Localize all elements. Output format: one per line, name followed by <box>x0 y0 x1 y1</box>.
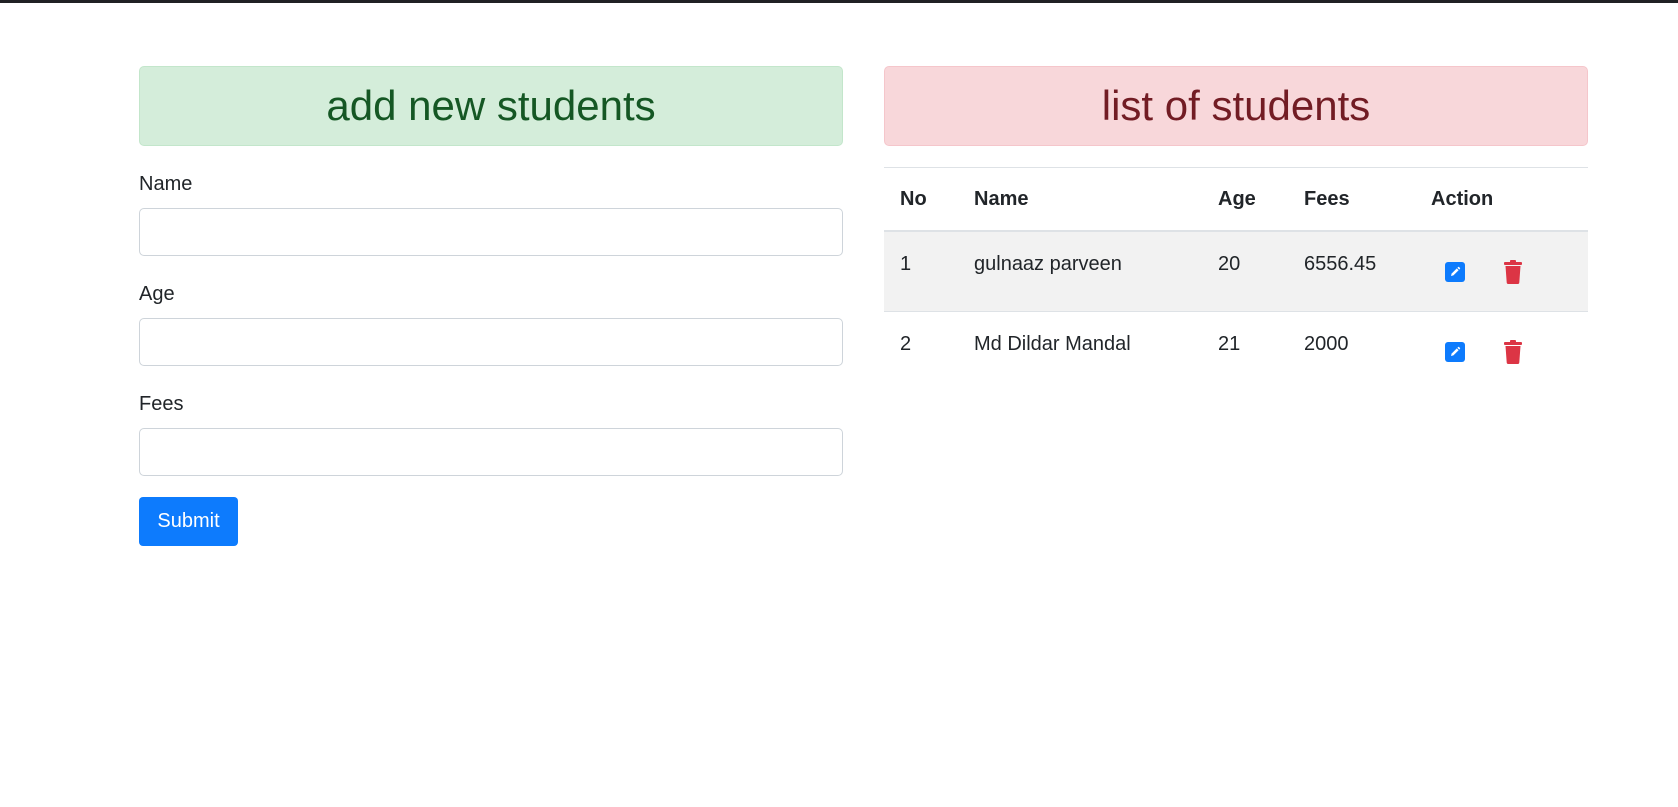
edit-icon[interactable] <box>1445 341 1465 362</box>
row-actions <box>1431 339 1588 364</box>
name-input[interactable] <box>139 208 843 256</box>
student-list-heading: list of students <box>884 66 1588 146</box>
cell-name: Md Dildar Mandal <box>974 332 1131 355</box>
cell-no: 1 <box>900 253 912 275</box>
trash-icon[interactable] <box>1503 339 1523 364</box>
cell-fees: 2000 <box>1304 332 1349 355</box>
edit-icon[interactable] <box>1445 262 1465 282</box>
table-row: 2 Md Dildar Mandal 21 2000 <box>884 311 1588 391</box>
cell-action <box>1415 231 1588 311</box>
students-table: No Name Age Fees Action 1 gulnaaz parvee… <box>884 167 1588 391</box>
cell-action <box>1415 311 1588 391</box>
column-header-action: Action <box>1415 167 1588 232</box>
cell-name: gulnaaz parveen <box>974 253 1122 275</box>
cell-fees: 6556.45 <box>1304 253 1377 275</box>
column-header-name: Name <box>958 167 1202 232</box>
fees-label: Fees <box>139 393 184 415</box>
add-student-form: Name Age Fees Submit <box>139 172 843 546</box>
table-row: 1 gulnaaz parveen 20 6556.45 <box>884 231 1588 311</box>
name-label: Name <box>139 173 193 195</box>
column-header-fees: Fees <box>1288 167 1415 232</box>
cell-no: 2 <box>900 332 912 355</box>
window-top-border <box>0 0 1678 3</box>
column-header-age: Age <box>1202 167 1288 232</box>
student-list-panel: list of students No Name Age Fees Action… <box>884 66 1588 546</box>
cell-age: 21 <box>1218 332 1241 355</box>
age-label: Age <box>139 283 175 305</box>
submit-button[interactable]: Submit <box>139 497 238 546</box>
table-header-row: No Name Age Fees Action <box>884 167 1588 232</box>
trash-icon[interactable] <box>1503 260 1523 284</box>
add-student-panel: add new students Name Age Fees Submit <box>139 66 843 546</box>
add-student-heading: add new students <box>139 66 843 146</box>
row-actions <box>1431 260 1588 284</box>
column-header-no: No <box>884 167 958 232</box>
age-input[interactable] <box>139 318 843 366</box>
fees-input[interactable] <box>139 428 843 476</box>
cell-age: 20 <box>1218 253 1241 275</box>
main-container: add new students Name Age Fees Submit li… <box>139 66 1588 546</box>
